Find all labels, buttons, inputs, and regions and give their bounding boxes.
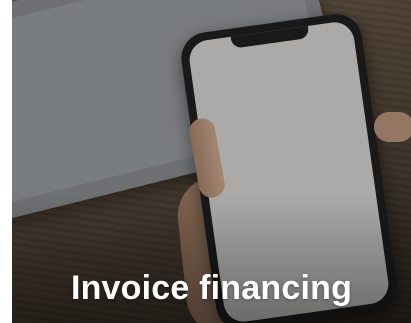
card-title[interactable]: Invoice financing [12, 271, 411, 305]
invoice-financing-card[interactable]: Invoice financing [12, 0, 411, 323]
